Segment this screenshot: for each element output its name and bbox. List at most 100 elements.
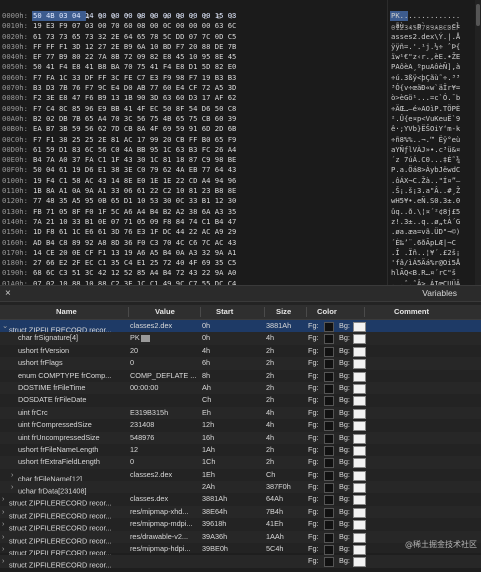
hex-row-bytes[interactable]: 19 F4 C1 58 AC 43 14 8E E0 1E 1E 22 CD A… — [33, 176, 236, 186]
variable-value[interactable]: res/drawable-v2... — [130, 531, 198, 543]
fg-color-swatch[interactable] — [324, 458, 334, 469]
hex-row-bytes[interactable]: 61 59 D1 83 6C 56 C0 4A BB 95 1C 63 B3 F… — [33, 145, 236, 155]
hex-row-ascii[interactable]: ´z 7úÁ.C0...‡É˜¾ — [391, 155, 460, 165]
hex-row[interactable]: 0080h: F2 3E E8 47 F6 B9 13 1B 90 3D 63 6… — [0, 93, 481, 103]
bg-color-swatch[interactable] — [353, 322, 366, 332]
variable-row[interactable]: uint frCompressedSize 231408 12h 4h Fg: Bg: — [0, 419, 481, 432]
fg-color-swatch[interactable] — [324, 470, 334, 481]
hex-row-ascii[interactable]: PAôèA¸ºpuAôèÑ]‚à — [391, 62, 460, 72]
column-header-value[interactable]: Value — [155, 305, 175, 319]
variable-value[interactable]: 00:00:00 — [130, 382, 198, 394]
hex-row[interactable]: 00A0h: B2 02 DB 7B 65 A4 70 3C 56 75 4B 6… — [0, 114, 481, 124]
hex-row[interactable]: 0140h: 7A 21 10 33 B1 0E 07 71 05 09 F8 8… — [0, 217, 481, 227]
bg-color-swatch[interactable] — [353, 421, 366, 432]
hex-row-bytes[interactable]: AD B4 C8 89 92 A8 8D 36 F0 C3 70 4C C6 7… — [33, 238, 236, 248]
hex-row-ascii[interactable]: ê·;YVb}ËŠOiY‘m-k — [391, 124, 460, 134]
variable-value[interactable]: classes2.dex — [130, 469, 198, 481]
bg-color-swatch[interactable] — [353, 545, 366, 556]
fg-color-swatch[interactable] — [324, 322, 334, 332]
hex-row-ascii[interactable]: ïw¹€"z‹r.‚èE.•ŽE — [391, 52, 460, 62]
fg-color-swatch[interactable] — [324, 371, 334, 382]
column-header-comment[interactable]: Comment — [394, 305, 429, 319]
hex-row-ascii[interactable]: ÷ÄŒ…–é»AOìP.TÖPÈ — [391, 104, 460, 114]
variable-row[interactable]: ⌄struct ZIPFILERECORD recor... classes2.d… — [0, 320, 481, 334]
fg-color-swatch[interactable] — [324, 483, 334, 494]
column-header-start[interactable]: Start — [216, 305, 233, 319]
column-header-name[interactable]: Name — [56, 305, 77, 319]
hex-row-bytes[interactable]: 61 73 73 65 73 32 2E 64 65 78 5C DD 07 7… — [33, 32, 236, 42]
hex-row[interactable]: 0040h: EF 77 B9 80 22 7A 8B 72 09 82 E8 4… — [0, 52, 481, 62]
variable-row[interactable]: › uchar frData[231408] 2Ah 387F0h Fg: Bg: — [0, 481, 481, 495]
hex-row[interactable]: 0000h: 50 4B 03 04 14 00 00 00 08 00 00 0… — [0, 11, 481, 21]
fg-color-swatch[interactable] — [324, 383, 334, 394]
hex-scrollbar[interactable] — [475, 0, 481, 285]
bg-color-swatch[interactable] — [353, 458, 366, 469]
hex-row[interactable]: 0180h: 27 66 E2 2F EC C1 35 C4 E1 25 72 4… — [0, 258, 481, 268]
bg-color-swatch[interactable] — [353, 557, 366, 568]
hex-row-bytes[interactable]: 68 6C C3 51 3C 42 12 52 85 A4 B4 72 43 2… — [33, 268, 236, 278]
expand-toggle-icon[interactable]: › — [11, 481, 18, 493]
hex-row-bytes[interactable]: 50 4B 03 04 14 00 00 00 08 00 00 00 00 0… — [33, 11, 236, 21]
variable-value[interactable]: res/mipmap-hdpi... — [130, 543, 198, 555]
variable-value[interactable]: res/mipmap-mdpi... — [130, 518, 198, 530]
fg-color-swatch[interactable] — [324, 433, 334, 444]
hex-row-bytes[interactable]: 14 CE 20 0E CF F1 13 19 A6 A5 B4 0A A3 3… — [33, 248, 236, 258]
expand-toggle-icon[interactable]: › — [2, 555, 9, 567]
hex-row[interactable]: 0160h: AD B4 C8 89 92 A8 8D 36 F0 C3 70 4… — [0, 238, 481, 248]
variable-row[interactable]: uint frUncompressedSize 548976 16h 4h Fg: Bg: — [0, 431, 481, 444]
variable-row[interactable]: › struct ZIPFILERECORD recor... Fg: Bg: — [0, 555, 481, 570]
hex-editor-pane[interactable]: 0 1 2 3 4 5 6 7 8 9 A B C D E F 01234567… — [0, 0, 481, 285]
hex-row[interactable]: 0020h: 61 73 73 65 73 32 2E 64 65 78 5C D… — [0, 32, 481, 42]
expand-toggle-icon[interactable]: › — [2, 518, 9, 530]
hex-row[interactable]: 00B0h: EA B7 3B 59 56 62 7D CB 8A 4F 69 5… — [0, 124, 481, 134]
bg-color-swatch[interactable] — [353, 396, 366, 407]
hex-row-ascii[interactable]: hlÃQ<B.R…¤´rC"š — [391, 268, 460, 278]
bg-color-swatch[interactable] — [353, 445, 366, 456]
hex-row[interactable]: 0050h: 50 41 F4 E8 41 B8 BA 70 75 41 F4 E… — [0, 62, 481, 72]
variable-value[interactable]: COMP_DEFLATE ... — [130, 370, 198, 382]
fg-color-swatch[interactable] — [324, 532, 334, 543]
bg-color-swatch[interactable] — [353, 334, 366, 345]
fg-color-swatch[interactable] — [324, 421, 334, 432]
fg-color-swatch[interactable] — [324, 346, 334, 357]
hex-row-ascii[interactable]: ­´È‰’¨.6ðÃpLÆ|¬C — [391, 238, 456, 248]
hex-row-bytes[interactable]: B4 7A A0 37 FA C1 1F 43 30 1C 81 18 87 C… — [33, 155, 236, 165]
variable-row[interactable]: › struct ZIPFILERECORD recor... res/mipmap… — [0, 505, 481, 520]
bg-color-swatch[interactable] — [353, 433, 366, 444]
variable-row[interactable]: DOSDATE frFileDate Ch 2h Fg: Bg: — [0, 394, 481, 407]
variable-row[interactable]: ushort frExtraFieldLength 0 1Ch 2h Fg: Bg: — [0, 456, 481, 469]
hex-row[interactable]: 0120h: 77 48 35 A5 95 0B 65 D1 10 53 30 0… — [0, 196, 481, 206]
expand-toggle-icon[interactable]: › — [11, 469, 18, 481]
hex-row-bytes[interactable]: FF FF F1 3D 12 27 2E B9 6A 10 BD F7 20 8… — [33, 42, 236, 52]
bg-color-swatch[interactable] — [353, 470, 366, 481]
hex-row-bytes[interactable]: F7 F1 38 25 25 2E 81 AC 17 99 20 CB FF B… — [33, 135, 236, 145]
bg-color-swatch[interactable] — [353, 507, 366, 518]
variable-value[interactable]: PK — [130, 332, 198, 344]
hex-row-bytes[interactable]: 1D F8 61 1C E6 61 3D 76 E3 1F DC 44 22 A… — [33, 227, 236, 237]
hex-row-bytes[interactable]: F2 3E E8 47 F6 B9 13 1B 90 3D 63 60 D3 1… — [33, 93, 236, 103]
hex-row[interactable]: 00E0h: B4 7A A0 37 FA C1 1F 43 30 1C 81 1… — [0, 155, 481, 165]
bg-color-swatch[interactable] — [353, 408, 366, 419]
variable-value[interactable]: 0 — [130, 456, 198, 468]
hex-row-ascii[interactable]: ÷ñ8%%..¬.™ Ëÿ°eù — [391, 135, 460, 145]
fg-color-swatch[interactable] — [324, 495, 334, 506]
hex-row-ascii[interactable]: aYÑƒlVÀJ»•.c³ü&¤ — [391, 145, 460, 155]
variable-row[interactable]: › char frFileName[12] classes2.dex 1Eh Ch Fg:… — [0, 469, 481, 483]
hex-row-ascii[interactable]: ³Ó{v÷œäÐ«w`äÏr¥= — [391, 83, 460, 93]
variable-value[interactable]: classes2.dex — [130, 320, 198, 332]
expand-toggle-icon[interactable]: ⌄ — [2, 320, 9, 332]
hex-row[interactable]: 00F0h: 50 04 61 19 D6 E1 38 3E C0 79 62 4… — [0, 165, 481, 175]
hex-row-bytes[interactable]: 77 48 35 A5 95 0B 65 D1 10 53 30 0C 33 B… — [33, 196, 236, 206]
variable-row[interactable]: DOSTIME frFileTime 00:00:00 Ah 2h Fg: Bg: — [0, 381, 481, 395]
bg-color-swatch[interactable] — [353, 495, 366, 506]
hex-row-ascii[interactable]: .Î .Ïñ..¦¥´.£2š¡ — [391, 248, 460, 258]
hex-row-bytes[interactable]: FB 71 05 8F F0 1F 5C A6 A4 B4 B2 A2 38 6… — [33, 207, 236, 217]
variable-value[interactable]: 20 — [130, 345, 198, 357]
hex-row[interactable]: 0010h: 19 E3 F9 07 03 00 70 60 08 00 0C 0… — [0, 21, 481, 31]
variable-value[interactable]: classes.dex — [130, 493, 198, 505]
hex-row-bytes[interactable]: F7 C4 8C 85 96 E9 BB 41 4F EC 50 8F 54 D… — [33, 104, 236, 114]
hex-row-ascii[interactable]: .Š¡.š¡3.a"Â..#¸Ž — [391, 186, 460, 196]
bg-color-swatch[interactable] — [353, 383, 366, 394]
hex-row-ascii[interactable]: ÷ú.3ßÿ<þÇãù˜÷.³³ — [391, 73, 460, 83]
hex-row[interactable]: 0110h: 1B 8A A1 0A 9A A1 33 06 61 22 C2 1… — [0, 186, 481, 196]
